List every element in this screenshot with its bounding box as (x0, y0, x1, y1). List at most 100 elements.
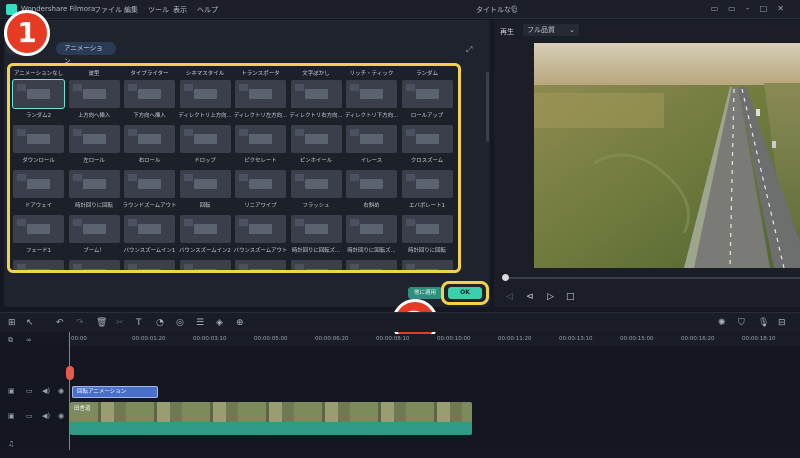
menu-help[interactable]: ヘルプ (197, 5, 218, 15)
animation-tile[interactable] (179, 125, 231, 153)
step-back-icon[interactable]: ⊲ (526, 292, 534, 302)
animation-tile[interactable] (68, 125, 120, 153)
render-icon[interactable]: ✺ (718, 318, 726, 328)
keyframe-icon[interactable]: ◈ (216, 318, 223, 328)
project-status-icon: ◷ (511, 4, 518, 12)
layout-grid-icon[interactable]: ⊞ (8, 318, 16, 328)
ok-button[interactable]: OK (448, 287, 482, 299)
link-icon[interactable]: ∞ (26, 336, 32, 344)
animation-tile[interactable] (124, 125, 175, 153)
animation-tile[interactable] (401, 260, 453, 270)
stop-icon[interactable]: □ (566, 292, 575, 302)
menu-tools[interactable]: ツール (148, 5, 169, 15)
animation-tile[interactable] (290, 170, 342, 198)
menu-edit[interactable]: 編集 (124, 5, 138, 15)
animation-tile[interactable] (124, 215, 175, 243)
animation-tile[interactable] (179, 215, 231, 243)
chevron-down-icon: ⌄ (569, 26, 575, 34)
animation-label: 時計回りに回転 (408, 248, 446, 254)
music-icon[interactable]: ♫ (8, 440, 14, 448)
folder-icon[interactable]: ▭ (26, 412, 33, 420)
panel-scrollbar[interactable] (486, 72, 489, 142)
stabilize-icon[interactable]: ⊕ (236, 318, 244, 328)
eye-icon[interactable]: ◉ (58, 387, 64, 395)
animation-tile[interactable] (235, 260, 286, 270)
speaker-icon[interactable]: ◀) (42, 412, 50, 420)
animation-tile[interactable] (401, 125, 453, 153)
delete-icon[interactable]: 🗑 (96, 318, 107, 328)
animation-tile[interactable] (179, 170, 231, 198)
animation-tile[interactable] (346, 260, 397, 270)
animation-tile[interactable] (235, 125, 286, 153)
animation-tile-header-1[interactable] (68, 80, 120, 108)
mask-icon[interactable]: ◎ (176, 318, 184, 328)
animation-tile[interactable] (346, 125, 397, 153)
marker-icon[interactable]: ⛉ (738, 318, 745, 328)
add-track-icon[interactable]: ⧉ (8, 336, 13, 345)
animation-label: イレース (360, 158, 383, 164)
apply-to-others-button[interactable]: 他に適用 (408, 287, 442, 299)
animation-tile[interactable] (401, 215, 453, 243)
quality-select[interactable]: フル品質 ⌄ (523, 24, 579, 36)
animation-label: ブーム！ (83, 248, 105, 254)
animation-tile-header-3[interactable] (179, 80, 231, 108)
animation-tile-header-6[interactable] (346, 80, 397, 108)
animation-label: バウンスズームイン1 (123, 248, 176, 254)
playhead-marker[interactable] (66, 366, 74, 380)
preview-scrubber[interactable] (502, 274, 509, 281)
video-preview (534, 43, 800, 268)
animation-tile[interactable] (290, 125, 342, 153)
panel-expand-icon[interactable]: ⤢ (466, 45, 472, 55)
playhead[interactable] (69, 332, 70, 450)
animation-tile[interactable] (235, 215, 286, 243)
ruler-tick: 00:00:13:10 (559, 336, 593, 342)
speaker-icon[interactable]: ◀) (42, 387, 50, 395)
animation-tile[interactable] (68, 170, 120, 198)
mic-icon[interactable]: 🎙 (758, 318, 769, 328)
animation-tile[interactable] (68, 215, 120, 243)
text-clip[interactable]: 回転アニメーション (72, 386, 158, 398)
animation-tile[interactable] (401, 170, 453, 198)
animation-tile[interactable] (13, 170, 64, 198)
animation-tile[interactable] (124, 170, 175, 198)
animation-label: 時計回りに回転ズ... (347, 248, 396, 254)
menu-view[interactable]: 表示 (173, 5, 187, 15)
animation-tile-header-4[interactable] (235, 80, 286, 108)
animation-tile[interactable] (290, 215, 342, 243)
adjust-icon[interactable]: ☰ (196, 318, 204, 328)
eye-icon[interactable]: ◉ (58, 412, 64, 420)
select-tool-icon[interactable]: ↖ (26, 318, 34, 328)
track-lock-icon[interactable]: ▣ (8, 412, 15, 420)
menu-file[interactable]: ファイル (94, 5, 122, 15)
animation-tile[interactable] (68, 260, 120, 270)
animation-tile[interactable] (346, 215, 397, 243)
animation-tile[interactable] (346, 170, 397, 198)
play-icon[interactable]: ▷ (547, 292, 554, 302)
animation-tile[interactable] (13, 215, 64, 243)
video-clip[interactable] (70, 402, 472, 435)
speed-icon[interactable]: ◔ (156, 318, 164, 328)
tracks-icon[interactable]: ⊟ (778, 318, 786, 328)
undo-icon[interactable]: ↶ (56, 318, 64, 328)
folder-icon[interactable]: ▭ (26, 387, 33, 395)
animation-tile[interactable] (179, 260, 231, 270)
prev-frame-icon[interactable]: ◁ (506, 292, 513, 302)
time-ruler[interactable]: 00:00 00:00:01:20 00:00:03:10 00:00:05:00 00… (68, 334, 800, 346)
window-controls[interactable]: ▭▭–□✕ (711, 4, 794, 13)
video-thumbnails (70, 402, 472, 422)
animation-tile-header-0[interactable] (12, 79, 65, 109)
animation-tile[interactable] (235, 170, 286, 198)
animation-tile-header-2[interactable] (124, 80, 175, 108)
track-lock-icon[interactable]: ▣ (8, 387, 15, 395)
animation-tile[interactable] (124, 260, 175, 270)
cut-icon[interactable]: ✂ (116, 318, 124, 328)
preview-progress-track[interactable] (504, 277, 800, 279)
animation-tile[interactable] (13, 125, 64, 153)
redo-icon[interactable]: ↷ (76, 318, 84, 328)
text-tool-icon[interactable]: T (136, 318, 142, 328)
animation-tile-header-5[interactable] (290, 80, 342, 108)
animation-tile-header-7[interactable] (401, 80, 453, 108)
animation-tile[interactable] (13, 260, 64, 270)
tab-animation[interactable]: アニメーション (56, 42, 116, 65)
animation-tile[interactable] (290, 260, 342, 270)
